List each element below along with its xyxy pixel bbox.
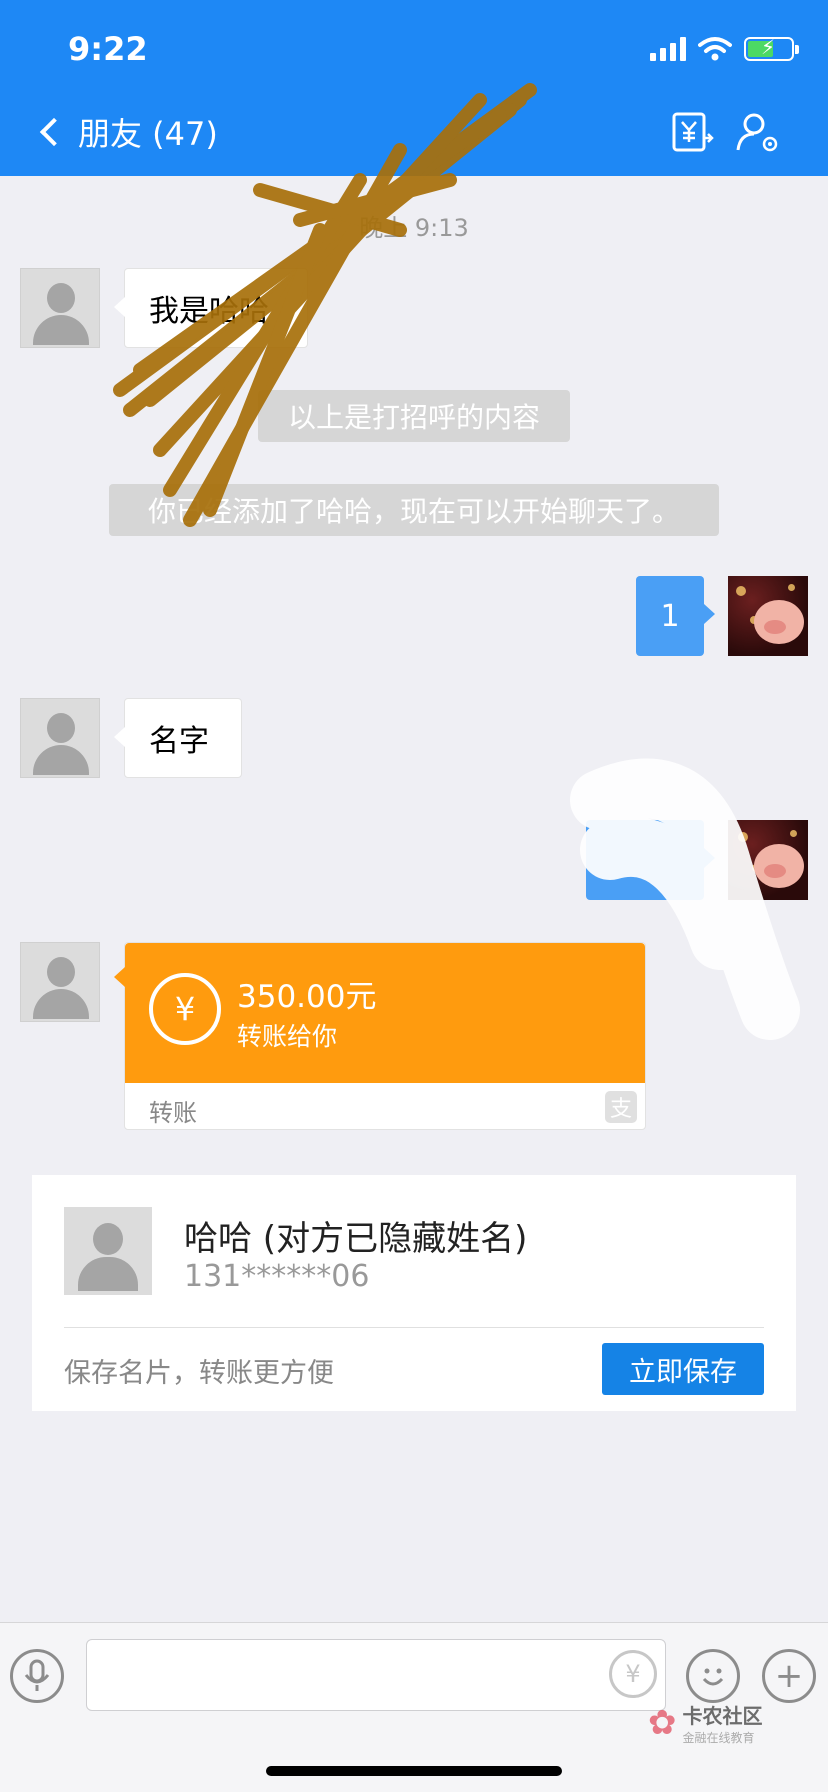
- transfer-card[interactable]: ¥ 350.00元 转账给你 转账 支: [114, 942, 646, 1130]
- my-avatar[interactable]: [728, 576, 808, 656]
- emoji-button[interactable]: [686, 1649, 740, 1703]
- home-indicator[interactable]: [266, 1766, 562, 1776]
- system-message-text: 以上是打招呼的内容: [287, 401, 540, 434]
- message-bubble-name[interactable]: 名字: [114, 698, 242, 778]
- header-bar: 9:22 ⚡ 朋友 (47): [0, 0, 828, 176]
- voice-button[interactable]: [10, 1649, 64, 1703]
- system-message-text: 你已经添加了哈哈，现在可以开始聊天了。: [147, 495, 680, 528]
- message-bubble-greeting[interactable]: 我是哈哈: [114, 268, 308, 348]
- system-message-added: 你已经添加了哈哈，现在可以开始聊天了。: [109, 484, 719, 536]
- contact-avatar[interactable]: [20, 268, 100, 348]
- save-contact-card: 哈哈 (对方已隐藏姓名) 131******06 保存名片，转账更方便 立即保存: [32, 1175, 796, 1411]
- contact-avatar[interactable]: [20, 942, 100, 1022]
- watermark: ✿ 卡农社区 金融在线教育: [648, 1700, 763, 1746]
- transfer-amount: 350.00元: [237, 979, 377, 1015]
- watermark-title: 卡农社区: [682, 1704, 763, 1728]
- signal-icon: [650, 37, 686, 61]
- wifi-icon: [698, 37, 732, 61]
- chevron-left-icon: [39, 117, 69, 147]
- transfer-yen-icon[interactable]: [668, 108, 716, 156]
- alipay-icon: 支: [605, 1091, 637, 1123]
- plus-icon: +: [774, 1656, 804, 1696]
- status-icons: ⚡: [650, 35, 799, 62]
- yen-icon[interactable]: ¥: [609, 1650, 657, 1698]
- watermark-logo-icon: ✿: [648, 1703, 677, 1743]
- save-hint: 保存名片，转账更方便: [64, 1358, 334, 1389]
- add-button[interactable]: +: [762, 1649, 816, 1703]
- message-bubble-sent-hidden[interactable]: [586, 820, 715, 900]
- my-avatar[interactable]: [728, 820, 808, 900]
- message-text: 我是哈哈: [149, 294, 269, 329]
- contact-phone: 131******06: [184, 1259, 370, 1294]
- message-input[interactable]: ¥: [86, 1639, 666, 1711]
- transfer-footer-label: 转账: [149, 1099, 197, 1127]
- nav-title: 朋友 (47): [78, 115, 218, 153]
- contact-card-avatar: [64, 1207, 152, 1295]
- status-time: 9:22: [68, 30, 148, 68]
- contact-name: 哈哈 (对方已隐藏姓名): [184, 1219, 528, 1259]
- microphone-icon: [24, 1659, 50, 1691]
- system-message-greeting: 以上是打招呼的内容: [258, 390, 570, 442]
- battery-icon: ⚡: [744, 35, 799, 61]
- contact-avatar[interactable]: [20, 698, 100, 778]
- message-text: 1: [660, 598, 680, 634]
- watermark-subtitle: 金融在线教育: [682, 1731, 755, 1745]
- transfer-description: 转账给你: [237, 1022, 338, 1051]
- message-bubble-sent[interactable]: 1: [636, 576, 715, 656]
- back-button[interactable]: 朋友 (47): [36, 110, 218, 154]
- save-now-button[interactable]: 立即保存: [602, 1343, 764, 1395]
- yen-exchange-icon: ¥: [149, 973, 221, 1045]
- user-settings-icon[interactable]: [734, 108, 782, 156]
- smiley-icon: [702, 1668, 724, 1686]
- divider: [64, 1327, 764, 1328]
- chat-timestamp: 晚上 9:13: [359, 214, 469, 242]
- message-text: 名字: [149, 724, 209, 759]
